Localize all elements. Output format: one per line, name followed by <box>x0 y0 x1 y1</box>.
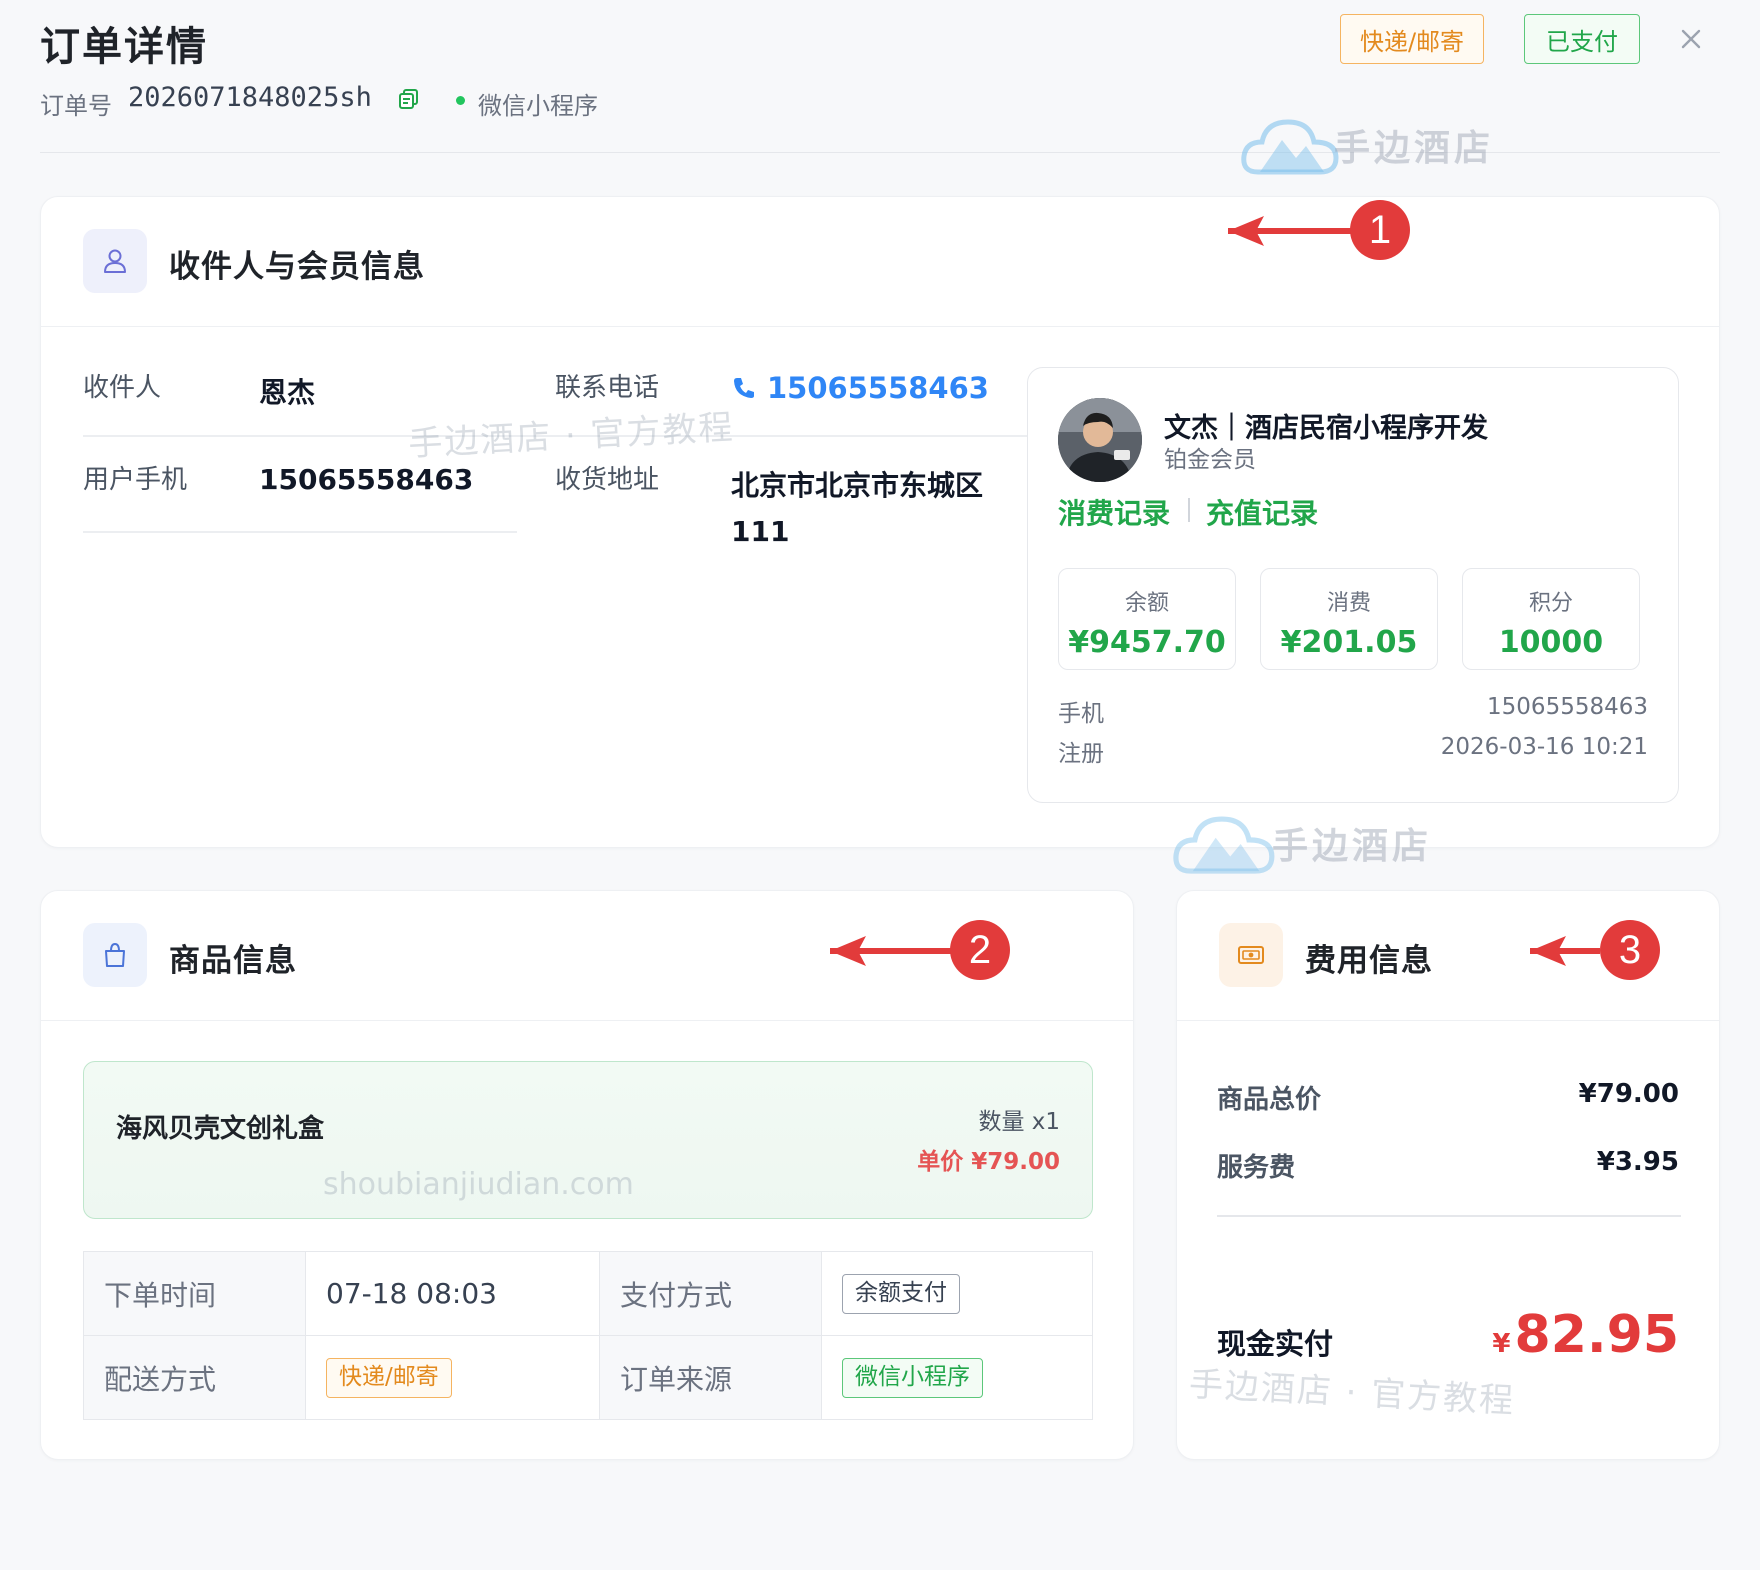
delivery-label: 配送方式 <box>83 1335 306 1420</box>
order-source-tag: 微信小程序 <box>842 1357 983 1398</box>
product-unit-price: 单价 ¥79.00 <box>917 1149 1060 1175</box>
recipient-value: 恩杰 <box>259 376 316 409</box>
source-status-dot <box>456 96 465 105</box>
payment-status-tag: 已支付 <box>1524 14 1640 64</box>
annotation-arrowhead-icon <box>1228 216 1264 246</box>
user-phone-label: 用户手机 <box>83 465 188 495</box>
annotation-badge-3: 3 <box>1600 920 1660 980</box>
order-time-label: 下单时间 <box>83 1251 306 1336</box>
order-time-value: 07-18 08:03 <box>305 1251 600 1336</box>
money-icon <box>1219 923 1283 987</box>
page-title: 订单详情 <box>40 24 208 70</box>
table-row: 配送方式 快递/邮寄 订单来源 微信小程序 <box>83 1335 1093 1420</box>
annotation-arrowhead-icon <box>830 936 866 966</box>
avatar <box>1058 398 1142 482</box>
stat-consumption: 消费 ¥201.05 <box>1260 568 1438 670</box>
goods-total-label: 商品总价 <box>1217 1085 1322 1115</box>
fee-divider <box>1217 1215 1681 1217</box>
watermark-text: shoubianjiudian.com <box>323 1167 634 1202</box>
recipient-label: 收件人 <box>83 373 162 403</box>
row-divider <box>83 531 517 533</box>
member-phone-value: 15065558463 <box>1487 694 1648 720</box>
address-value: 北京市北京市东城区 111 <box>731 469 984 548</box>
stat-balance: 余额 ¥9457.70 <box>1058 568 1236 670</box>
watermark-logo: 手边酒店 <box>1172 808 1432 878</box>
annotation-badge-1: 1 <box>1350 200 1410 260</box>
card-title: 费用信息 <box>1305 943 1433 979</box>
product-quantity: 数量 x1 <box>978 1109 1060 1135</box>
recharge-records-link[interactable]: 充值记录 <box>1206 492 1318 532</box>
goods-total-value: ¥79.00 <box>1578 1079 1679 1109</box>
user-phone-value: 15065558463 <box>259 463 474 496</box>
member-phone-label: 手机 <box>1058 701 1104 727</box>
link-separator <box>1188 498 1190 522</box>
member-panel: 文杰｜酒店民宿小程序开发 铂金会员 消费记录 充值记录 余额 ¥9457.70 … <box>1027 367 1679 803</box>
address-label: 收货地址 <box>555 465 660 495</box>
annotation-arrowhead-icon <box>1530 936 1566 966</box>
consume-records-link[interactable]: 消费记录 <box>1058 492 1170 532</box>
watermark-text: 手边酒店 · 官方教程 <box>1187 1364 1517 1422</box>
user-icon <box>83 229 147 293</box>
service-fee-value: ¥3.95 <box>1596 1147 1679 1177</box>
register-label: 注册 <box>1058 741 1104 767</box>
paid-currency: ¥ <box>1492 1329 1511 1359</box>
pay-method-label: 支付方式 <box>599 1251 822 1336</box>
watermark-logo: 手边酒店 <box>1240 112 1494 178</box>
contact-phone-link[interactable]: 15065558463 <box>731 371 989 405</box>
phone-icon <box>734 378 754 398</box>
pay-method-cell: 余额支付 <box>821 1251 1093 1336</box>
cloud-logo-icon <box>1173 816 1275 874</box>
stat-points: 积分 10000 <box>1462 568 1640 670</box>
member-level: 铂金会员 <box>1164 447 1256 473</box>
order-no: 2026071848025sh <box>128 82 372 113</box>
pay-method-tag: 余额支付 <box>842 1273 960 1314</box>
source-label: 订单来源 <box>599 1335 822 1420</box>
close-icon[interactable] <box>1676 24 1706 54</box>
delivery-cell: 快递/邮寄 <box>305 1335 600 1420</box>
card-header: 收件人与会员信息 <box>41 197 1719 327</box>
source-cell: 微信小程序 <box>821 1335 1093 1420</box>
copy-icon[interactable] <box>398 88 420 110</box>
delivery-method-tag: 快递/邮寄 <box>326 1357 452 1398</box>
register-value: 2026-03-16 10:21 <box>1440 734 1648 760</box>
recipient-member-card: 收件人与会员信息 收件人 恩杰 联系电话 15065558463 用户手机 15… <box>40 196 1720 848</box>
paid-value: 82.95 <box>1514 1305 1679 1365</box>
table-row: 下单时间 07-18 08:03 支付方式 余额支付 <box>83 1251 1093 1336</box>
delivery-tag: 快递/邮寄 <box>1340 14 1484 64</box>
card-title: 商品信息 <box>169 943 297 979</box>
card-title: 收件人与会员信息 <box>169 249 425 285</box>
paid-label: 现金实付 <box>1217 1327 1334 1361</box>
cloud-logo-icon <box>1241 119 1339 175</box>
service-fee-label: 服务费 <box>1217 1153 1296 1183</box>
shopping-bag-icon <box>83 923 147 987</box>
order-source: 微信小程序 <box>478 92 598 120</box>
paid-amount: ¥ 82.95 <box>1492 1305 1679 1365</box>
product-name: 海风贝壳文创礼盒 <box>116 1114 325 1144</box>
order-no-label: 订单号 <box>40 92 112 120</box>
annotation-badge-2: 2 <box>950 920 1010 980</box>
contact-label: 联系电话 <box>555 373 660 403</box>
order-info-table: 下单时间 07-18 08:03 支付方式 余额支付 配送方式 快递/邮寄 订单… <box>83 1251 1093 1420</box>
